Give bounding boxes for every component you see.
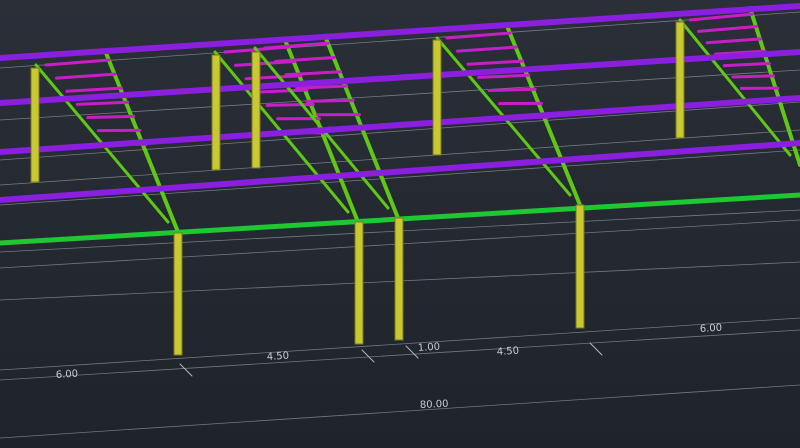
- dimension-tick-3[interactable]: [589, 342, 603, 356]
- truss-web-1-4[interactable]: [265, 102, 315, 107]
- cad-3d-viewport[interactable]: 6.00 4.50 1.00 4.50 6.00 80.00: [0, 0, 800, 448]
- dimension-tick-2[interactable]: [405, 345, 419, 359]
- dimension-label-1-00[interactable]: 1.00: [418, 342, 441, 354]
- column-7[interactable]: [575, 204, 585, 329]
- guide-line-10[interactable]: [0, 384, 800, 439]
- dimension-label-6-00-left[interactable]: 6.00: [56, 369, 79, 381]
- dimension-tick-0[interactable]: [179, 363, 193, 377]
- truss-web-2-1[interactable]: [274, 55, 336, 63]
- truss-web-4-5[interactable]: [731, 74, 776, 79]
- truss-web-0-3[interactable]: [75, 100, 130, 106]
- truss-web-3-4[interactable]: [487, 87, 537, 92]
- truss-web-2-2[interactable]: [284, 70, 343, 77]
- truss-web-4-2[interactable]: [705, 37, 763, 45]
- column-1[interactable]: [173, 232, 183, 356]
- truss-group: [34, 6, 800, 234]
- column-8[interactable]: [675, 21, 685, 139]
- dimension-label-6-00-right[interactable]: 6.00: [700, 323, 723, 335]
- truss-web-4-4[interactable]: [722, 62, 771, 68]
- dimension-label-4-50-left[interactable]: 4.50: [267, 351, 290, 363]
- truss-web-0-2[interactable]: [65, 86, 123, 93]
- column-4[interactable]: [354, 221, 364, 345]
- truss-web-3-2[interactable]: [466, 59, 525, 66]
- column-5[interactable]: [394, 217, 404, 341]
- dimension-group: 6.00 4.50 1.00 4.50 6.00 80.00: [56, 323, 723, 411]
- truss-web-4-1[interactable]: [697, 25, 758, 33]
- dimension-tick-1[interactable]: [361, 349, 375, 363]
- dimension-label-4-50-right[interactable]: 4.50: [497, 346, 520, 358]
- column-0[interactable]: [30, 67, 40, 183]
- truss-web-3-1[interactable]: [456, 45, 518, 53]
- truss-web-0-1[interactable]: [54, 72, 117, 80]
- truss-web-2-4[interactable]: [305, 98, 355, 103]
- structure-model[interactable]: 6.00 4.50 1.00 4.50 6.00 80.00: [0, 0, 800, 448]
- truss-web-3-3[interactable]: [477, 73, 531, 79]
- column-3[interactable]: [251, 51, 261, 169]
- guide-line-4[interactable]: [0, 149, 800, 206]
- dimension-label-total[interactable]: 80.00: [420, 399, 449, 411]
- truss-web-0-0[interactable]: [44, 58, 111, 67]
- truss-web-3-0[interactable]: [445, 31, 512, 40]
- column-2[interactable]: [211, 54, 221, 171]
- column-6[interactable]: [432, 39, 442, 156]
- truss-web-0-4[interactable]: [86, 114, 136, 119]
- truss-web-1-3[interactable]: [255, 88, 309, 94]
